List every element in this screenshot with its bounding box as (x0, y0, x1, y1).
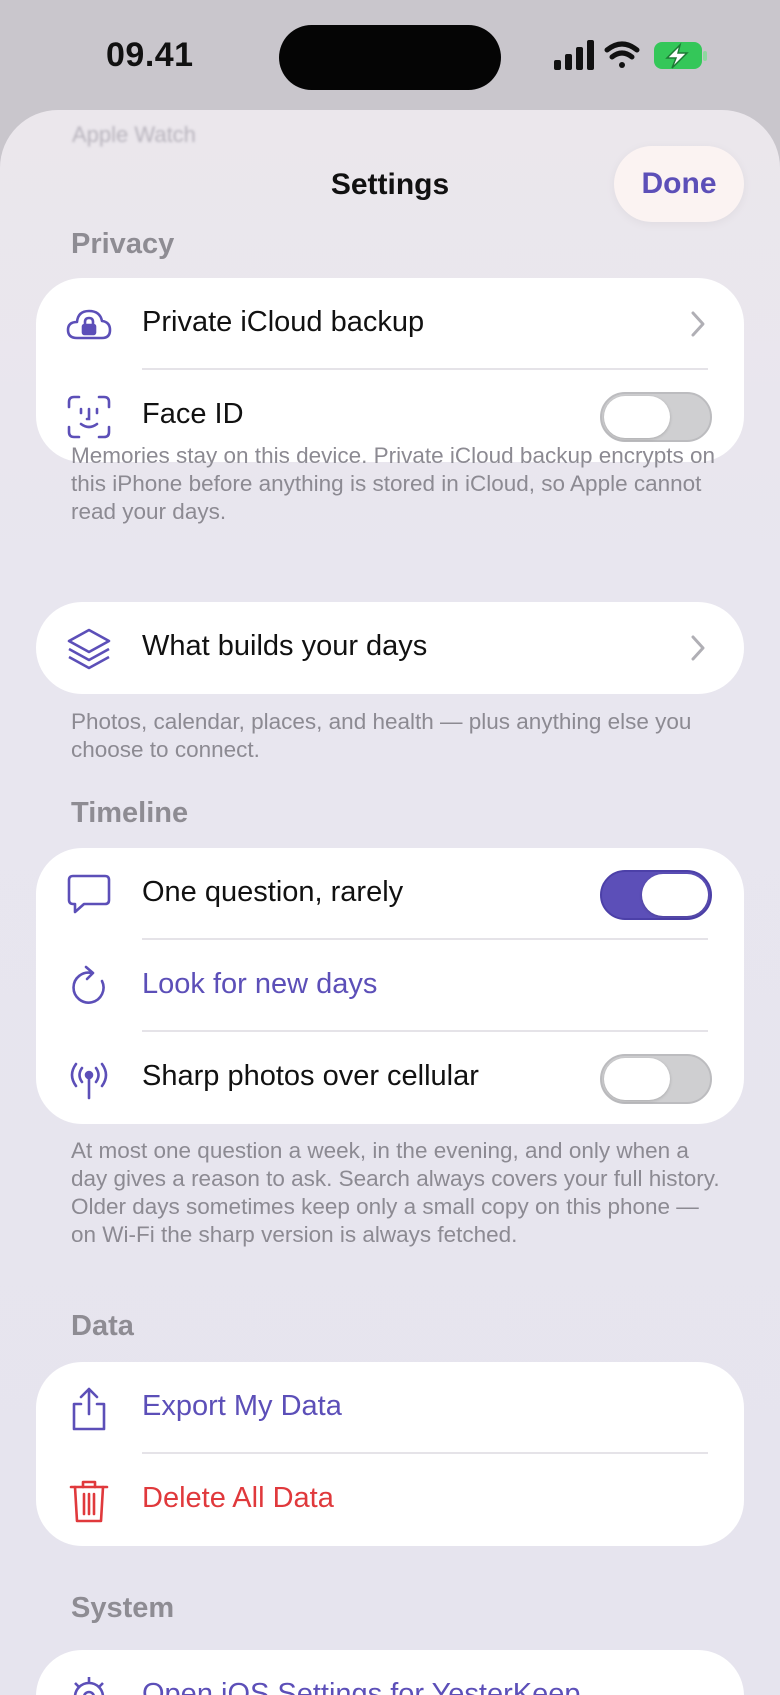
row-label: Sharp photos over cellular (142, 1060, 479, 1092)
privacy-footnote: Memories stay on this device. Private iC… (71, 443, 716, 524)
row-label: Open iOS Settings for YesterKeep (142, 1678, 581, 1695)
row-export-my-data[interactable]: Export My Data (36, 1362, 744, 1454)
row-delete-all-data[interactable]: Delete All Data (36, 1454, 744, 1546)
section-header-timeline: Timeline (71, 797, 189, 829)
speech-bubble-icon (67, 874, 111, 914)
layers-icon (67, 628, 111, 670)
timeline-footnote: At most one question a week, in the even… (71, 1138, 720, 1247)
row-label: Delete All Data (142, 1482, 334, 1514)
row-label: One question, rarely (142, 876, 404, 908)
gear-icon (73, 1677, 105, 1695)
wifi-icon (604, 41, 640, 68)
timeline-card: One question, rarely Look for new days S… (36, 848, 744, 1124)
section-header-data: Data (71, 1310, 134, 1342)
section-header-system: System (71, 1592, 175, 1624)
row-label: What builds your days (142, 630, 428, 662)
status-icons (554, 40, 707, 70)
refresh-icon (72, 965, 105, 1004)
toggle-knob (604, 396, 670, 438)
dynamic-island (279, 25, 501, 90)
row-open-ios-settings[interactable]: Open iOS Settings for YesterKeep (36, 1650, 744, 1695)
toggle-knob (642, 874, 708, 916)
row-label: Private iCloud backup (142, 306, 425, 338)
chevron-right-icon (691, 311, 705, 337)
lock-cloud-icon (66, 309, 112, 340)
row-sharp-photos-over-cellular[interactable]: Sharp photos over cellular (36, 1032, 744, 1124)
face-id-toggle[interactable] (600, 392, 712, 442)
status-time: 09.41 (106, 36, 194, 74)
row-look-for-new-days[interactable]: Look for new days (36, 940, 744, 1032)
row-private-icloud-backup[interactable]: Private iCloud backup (36, 278, 744, 370)
sources-card: What builds your days (36, 602, 744, 694)
row-label: Face ID (142, 398, 244, 430)
chevron-right-icon (691, 635, 705, 661)
share-icon (72, 1387, 106, 1431)
cellular-signal-icon (554, 40, 594, 70)
ghost-background-text: Apple Watch (72, 122, 196, 147)
system-card: Open iOS Settings for YesterKeep (36, 1650, 744, 1695)
face-id-icon (67, 395, 111, 439)
battery-charging-icon (654, 42, 707, 69)
status-bar: 09.41 (0, 0, 780, 110)
row-what-builds-your-days[interactable]: What builds your days (36, 602, 744, 694)
row-label: Export My Data (142, 1390, 342, 1422)
toggle-knob (604, 1058, 670, 1100)
done-button[interactable]: Done (614, 146, 744, 222)
row-label: Look for new days (142, 968, 378, 1000)
sharp-photos-toggle[interactable] (600, 1054, 712, 1104)
settings-sheet: Apple Watch Settings Done Privacy Privat… (0, 110, 780, 1695)
trash-icon (69, 1480, 109, 1523)
row-one-question-rarely[interactable]: One question, rarely (36, 848, 744, 940)
data-card: Export My Data Delete All Data (36, 1362, 744, 1546)
antenna-icon (70, 1062, 108, 1100)
sources-footnote: Photos, calendar, places, and health — p… (71, 709, 692, 762)
section-header-privacy: Privacy (71, 228, 175, 260)
privacy-card: Private iCloud backup Face ID (36, 278, 744, 462)
one-question-toggle[interactable] (600, 870, 712, 920)
